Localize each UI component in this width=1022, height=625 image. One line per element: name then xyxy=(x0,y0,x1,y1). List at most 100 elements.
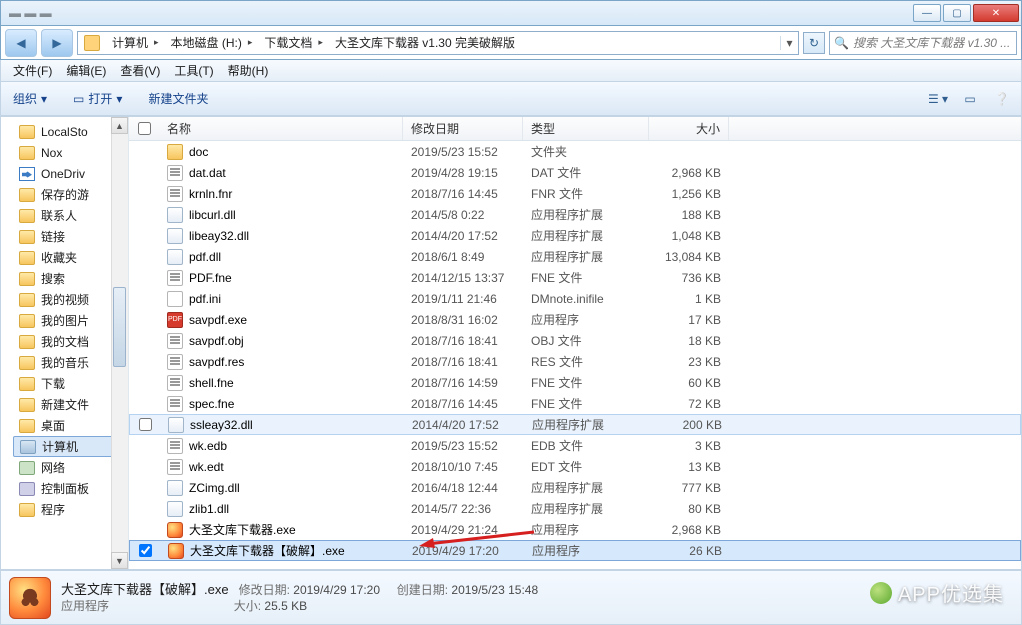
file-size: 60 KB xyxy=(649,376,729,390)
tree-label: Nox xyxy=(41,146,62,160)
scroll-down-icon[interactable]: ▼ xyxy=(111,552,128,569)
file-name: krnln.fnr xyxy=(189,187,232,201)
column-size[interactable]: 大小 xyxy=(649,117,729,140)
file-date: 2014/4/20 17:52 xyxy=(403,229,523,243)
file-row[interactable]: savpdf.obj 2018/7/16 18:41 OBJ 文件 18 KB xyxy=(129,330,1021,351)
menu-edit[interactable]: 编辑(E) xyxy=(60,60,112,81)
file-row[interactable]: libeay32.dll 2014/4/20 17:52 应用程序扩展 1,04… xyxy=(129,225,1021,246)
fold-icon xyxy=(19,377,35,391)
file-name: pdf.ini xyxy=(189,292,221,306)
dll-icon xyxy=(167,480,183,496)
file-size: 188 KB xyxy=(649,208,729,222)
file-row[interactable]: krnln.fnr 2018/7/16 14:45 FNR 文件 1,256 K… xyxy=(129,183,1021,204)
file-row[interactable]: zlib1.dll 2014/5/7 22:36 应用程序扩展 80 KB xyxy=(129,498,1021,519)
back-button[interactable]: ◀ xyxy=(5,29,37,57)
file-row[interactable]: wk.edb 2019/5/23 15:52 EDB 文件 3 KB xyxy=(129,435,1021,456)
preview-pane-button[interactable]: ▭ xyxy=(957,88,983,110)
tree-label: 桌面 xyxy=(41,417,65,434)
search-input[interactable]: 🔍 搜索 大圣文库下载器 v1.30 ... xyxy=(829,31,1017,55)
tree-label: 联系人 xyxy=(41,207,77,224)
file-type: EDT 文件 xyxy=(523,458,649,475)
file-date: 2018/7/16 14:45 xyxy=(403,187,523,201)
row-checkbox[interactable] xyxy=(139,544,152,557)
file-date: 2019/1/11 21:46 xyxy=(403,292,523,306)
view-options-button[interactable]: ☰ ▾ xyxy=(925,88,951,110)
menu-view[interactable]: 查看(V) xyxy=(114,60,166,81)
doc-icon xyxy=(167,270,183,286)
sidebar-scrollbar[interactable]: ▲ ▼ xyxy=(111,117,128,569)
file-name: wk.edt xyxy=(189,460,224,474)
organize-button[interactable]: 组织 ▾ xyxy=(7,87,53,110)
close-button[interactable]: ✕ xyxy=(973,4,1019,22)
tree-item-15[interactable]: 计算机 xyxy=(13,436,124,457)
file-row[interactable]: savpdf.res 2018/7/16 18:41 RES 文件 23 KB xyxy=(129,351,1021,372)
open-button[interactable]: ▭ 打开 ▾ xyxy=(67,87,128,110)
refresh-button[interactable]: ↻ xyxy=(803,32,825,54)
column-date[interactable]: 修改日期 xyxy=(403,117,523,140)
app-icon xyxy=(167,522,183,538)
select-all-checkbox[interactable] xyxy=(138,122,151,135)
breadcrumb[interactable]: 计算机▸ 本地磁盘 (H:)▸ 下载文档▸ 大圣文库下载器 v1.30 完美破解… xyxy=(77,31,799,55)
forward-button[interactable]: ▶ xyxy=(41,29,73,57)
file-name: PDF.fne xyxy=(189,271,232,285)
file-size: 2,968 KB xyxy=(649,523,729,537)
column-type[interactable]: 类型 xyxy=(523,117,649,140)
crumb-folder1[interactable]: 下载文档▸ xyxy=(258,34,329,51)
column-name[interactable]: 名称 xyxy=(159,117,403,140)
file-row[interactable]: 大圣文库下载器.exe 2019/4/29 21:24 应用程序 2,968 K… xyxy=(129,519,1021,540)
tree-label: 收藏夹 xyxy=(41,249,77,266)
file-name: zlib1.dll xyxy=(189,502,229,516)
fold-icon xyxy=(19,503,35,517)
new-folder-button[interactable]: 新建文件夹 xyxy=(142,87,214,110)
navigation-tree[interactable]: LocalStoNoxOneDriv保存的游联系人链接收藏夹搜索我的视频我的图片… xyxy=(1,117,129,569)
menu-tools[interactable]: 工具(T) xyxy=(168,60,219,81)
details-modified: 2019/4/29 17:20 xyxy=(293,583,380,597)
file-row[interactable]: pdf.dll 2018/6/1 8:49 应用程序扩展 13,084 KB xyxy=(129,246,1021,267)
tree-label: 搜索 xyxy=(41,270,65,287)
file-type: FNE 文件 xyxy=(523,374,649,391)
file-date: 2019/4/28 19:15 xyxy=(403,166,523,180)
menu-file[interactable]: 文件(F) xyxy=(7,60,58,81)
doc-icon xyxy=(167,396,183,412)
file-row[interactable]: PDF.fne 2014/12/15 13:37 FNE 文件 736 KB xyxy=(129,267,1021,288)
list-header: 名称 修改日期 类型 大小 xyxy=(129,117,1021,141)
file-type: FNE 文件 xyxy=(523,395,649,412)
file-size: 777 KB xyxy=(649,481,729,495)
file-row[interactable]: doc 2019/5/23 15:52 文件夹 xyxy=(129,141,1021,162)
scroll-up-icon[interactable]: ▲ xyxy=(111,117,128,134)
tree-label: 计算机 xyxy=(42,438,78,455)
file-row[interactable]: ssleay32.dll 2014/4/20 17:52 应用程序扩展 200 … xyxy=(129,414,1021,435)
file-size: 200 KB xyxy=(650,418,730,432)
tree-label: 我的视频 xyxy=(41,291,89,308)
file-name: wk.edb xyxy=(189,439,227,453)
fold-icon xyxy=(19,251,35,265)
file-row[interactable]: wk.edt 2018/10/10 7:45 EDT 文件 13 KB xyxy=(129,456,1021,477)
crumb-drive[interactable]: 本地磁盘 (H:)▸ xyxy=(165,34,259,51)
scroll-thumb[interactable] xyxy=(113,287,126,367)
crumb-computer[interactable]: 计算机▸ xyxy=(106,34,165,51)
file-date: 2019/4/29 17:20 xyxy=(404,544,524,558)
menu-help[interactable]: 帮助(H) xyxy=(222,60,275,81)
file-row[interactable]: ZCimg.dll 2016/4/18 12:44 应用程序扩展 777 KB xyxy=(129,477,1021,498)
crumb-folder2[interactable]: 大圣文库下载器 v1.30 完美破解版 xyxy=(329,34,521,51)
file-row[interactable]: shell.fne 2018/7/16 14:59 FNE 文件 60 KB xyxy=(129,372,1021,393)
file-row[interactable]: 大圣文库下载器【破解】.exe 2019/4/29 17:20 应用程序 26 … xyxy=(129,540,1021,561)
file-type: 应用程序扩展 xyxy=(524,416,650,433)
file-row[interactable]: dat.dat 2019/4/28 19:15 DAT 文件 2,968 KB xyxy=(129,162,1021,183)
breadcrumb-dropdown[interactable]: ▾ xyxy=(780,36,798,50)
file-row[interactable]: libcurl.dll 2014/5/8 0:22 应用程序扩展 188 KB xyxy=(129,204,1021,225)
main-area: LocalStoNoxOneDriv保存的游联系人链接收藏夹搜索我的视频我的图片… xyxy=(0,116,1022,570)
file-date: 2018/6/1 8:49 xyxy=(403,250,523,264)
wechat-icon xyxy=(870,582,892,604)
row-checkbox[interactable] xyxy=(139,418,152,431)
cp-icon xyxy=(19,482,35,496)
file-date: 2018/7/16 18:41 xyxy=(403,334,523,348)
file-row[interactable]: spec.fne 2018/7/16 14:45 FNE 文件 72 KB xyxy=(129,393,1021,414)
file-row[interactable]: pdf.ini 2019/1/11 21:46 DMnote.inifile 1… xyxy=(129,288,1021,309)
help-button[interactable]: ❔ xyxy=(989,88,1015,110)
file-row[interactable]: PDFsavpdf.exe 2018/8/31 16:02 应用程序 17 KB xyxy=(129,309,1021,330)
minimize-button[interactable]: — xyxy=(913,4,941,22)
details-pane: 大圣文库下载器【破解】.exe 修改日期: 2019/4/29 17:20 创建… xyxy=(0,570,1022,625)
maximize-button[interactable]: ▢ xyxy=(943,4,971,22)
search-placeholder: 搜索 大圣文库下载器 v1.30 ... xyxy=(853,34,1010,51)
